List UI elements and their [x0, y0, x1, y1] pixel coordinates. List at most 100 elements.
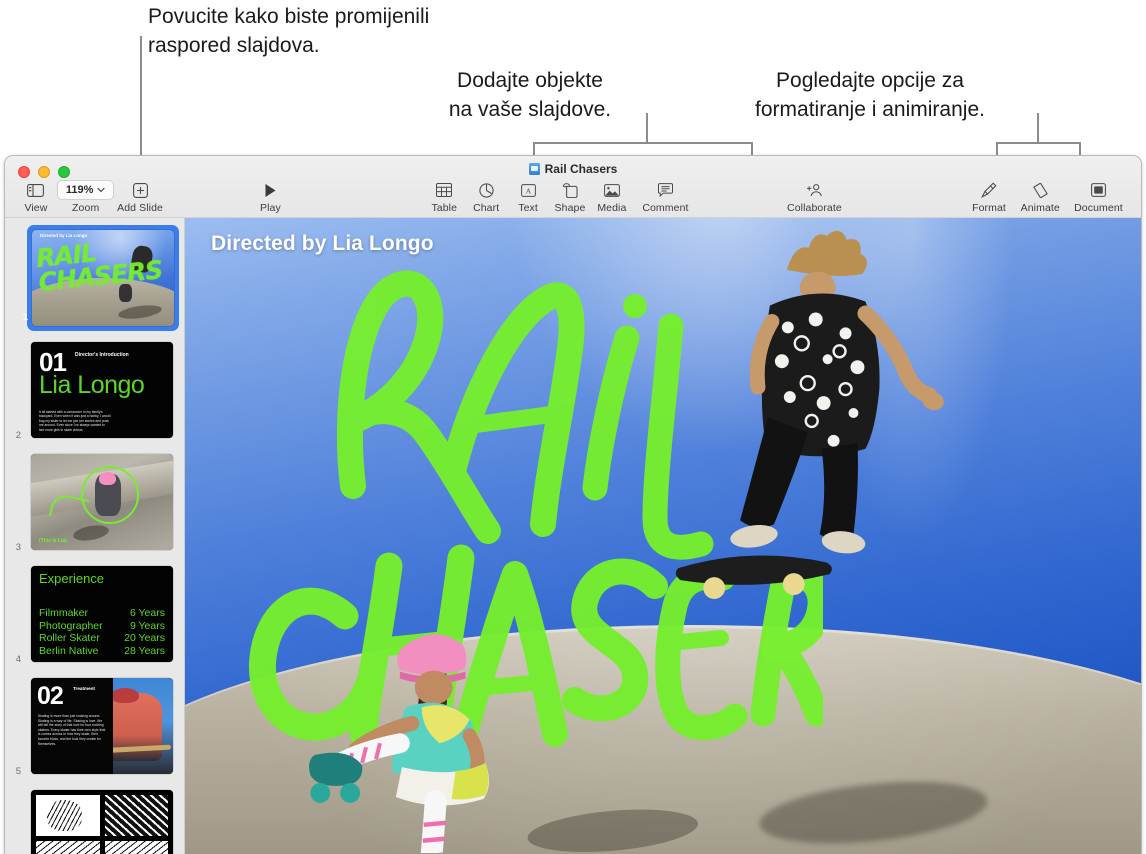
callout-bracket-mid-right [751, 142, 753, 156]
play-triangle-icon [264, 180, 277, 200]
toolbar-table-button[interactable]: Table [423, 178, 465, 214]
toolbar-document-button[interactable]: Document [1066, 178, 1131, 214]
toolbar-chart-label: Chart [473, 202, 500, 214]
slide-number-3: 3 [15, 542, 21, 553]
toolbar-view-button[interactable]: View [15, 178, 57, 214]
main-toolbar: View 119% Zoom Add Slide Play Table Char… [5, 178, 1141, 218]
callout-leader-left [140, 36, 142, 156]
document-title-group[interactable]: Rail Chasers [5, 162, 1141, 176]
callout-bracket-mid-left [533, 142, 535, 156]
slide-2-body: It all started with a camcorder in my fa… [39, 409, 111, 432]
toolbar-play-label: Play [260, 202, 281, 214]
toolbar-zoom-label: Zoom [72, 202, 100, 214]
rollerskater-figure [309, 634, 489, 853]
slide-number-5: 5 [15, 766, 21, 777]
toolbar-animate-label: Animate [1020, 202, 1060, 214]
callout-text-add-objects: Dodajte objekte na vaše slajdove. [448, 69, 612, 121]
toolbar-view-label: View [24, 202, 48, 214]
callout-bracket-right-top [996, 142, 1081, 144]
sidebar-icon [27, 180, 45, 200]
experience-label-3: Berlin Native [39, 644, 99, 657]
slide-2-kicker: Director's Introduction [75, 352, 129, 358]
table-row: Roller Skater 20 Years [39, 632, 165, 645]
slide-thumbnail-6[interactable]: 6 [5, 782, 184, 854]
slide-3-frame: (This is Lia) [26, 449, 178, 555]
pie-chart-icon [479, 180, 494, 200]
slide-5-kicker: Treatment [73, 686, 95, 691]
document-panel-icon [1091, 180, 1106, 200]
slide-thumbnail-2[interactable]: 2 01 Director's Introduction Lia Longo I… [5, 334, 184, 446]
experience-label-1: Photographer [39, 619, 103, 632]
shapes-icon [562, 180, 578, 200]
slide-5-body: Skating is more than just cruising aroun… [38, 714, 106, 746]
chevron-down-icon [97, 187, 106, 193]
callout-leader-mid-stem [646, 113, 648, 143]
toolbar-table-label: Table [431, 202, 458, 214]
experience-value-2: 20 Years [124, 632, 165, 644]
slide-4-preview: Experience Filmmaker 6 Years Photographe… [31, 566, 173, 662]
slide-2-frame: 01 Director's Introduction Lia Longo It … [26, 337, 178, 443]
slide-1-selection-frame: RAIL CHASERS Directed by Lia Longo [27, 225, 179, 331]
callout-bracket-right-left [996, 142, 998, 156]
table-row: Photographer 9 Years [39, 620, 165, 633]
toolbar-add-slide-label: Add Slide [117, 202, 163, 214]
text-box-icon: A [520, 180, 536, 200]
keynote-document-icon [528, 163, 540, 175]
slide-number-4: 4 [15, 654, 21, 665]
slide-5-number-big: 02 [37, 682, 64, 710]
callout-leader-right-stem [1037, 113, 1039, 143]
slide-thumbnail-1[interactable]: 1 RAIL CHASERS Directed by Lia Longo [5, 222, 184, 334]
paintbrush-icon [981, 180, 997, 200]
slide-thumbnail-4[interactable]: 4 Experience Filmmaker 6 Years Photograp… [5, 558, 184, 670]
toolbar-text-button[interactable]: A Text [507, 178, 549, 214]
zoom-value-text: 119% [65, 184, 94, 196]
toolbar-media-label: Media [597, 202, 627, 214]
slide-2-preview: 01 Director's Introduction Lia Longo It … [31, 342, 173, 438]
toolbar-collaborate-button[interactable]: Collaborate [782, 178, 847, 214]
photo-icon [603, 180, 620, 200]
toolbar-collaborate-label: Collaborate [787, 202, 842, 214]
callout-text-format-animate: Pogledajte opcije za formatiranje i anim… [755, 69, 985, 121]
zoom-value-pill[interactable]: 119% [56, 180, 115, 200]
slide-1-preview: RAIL CHASERS Directed by Lia Longo [32, 230, 174, 326]
toolbar-shape-button[interactable]: Shape [549, 178, 591, 214]
window-body: 1 RAIL CHASERS Directed by Lia Longo 2 0… [5, 218, 1141, 854]
table-grid-icon [436, 180, 453, 200]
slide-navigator[interactable]: 1 RAIL CHASERS Directed by Lia Longo 2 0… [5, 218, 185, 854]
toolbar-animate-button[interactable]: Animate [1015, 178, 1066, 214]
slide-3-preview: (This is Lia) [31, 454, 173, 550]
callout-text-rearrange: Povucite kako biste promijenili raspored… [148, 5, 430, 57]
svg-text:A: A [525, 186, 531, 195]
slide-number-2: 2 [15, 430, 21, 441]
plus-box-icon [132, 180, 148, 200]
slide-thumbnail-5[interactable]: 5 02 Treatment Skating is more than just… [5, 670, 184, 782]
slide-canvas[interactable]: Directed by Lia Longo [185, 218, 1141, 854]
slide-3-caption: (This is Lia) [39, 538, 67, 544]
toolbar-format-button[interactable]: Format [963, 178, 1014, 214]
toolbar-add-slide-button[interactable]: Add Slide [114, 178, 165, 214]
toolbar-comment-button[interactable]: Comment [633, 178, 698, 214]
diamond-icon [1032, 180, 1049, 200]
callout-bracket-mid-top [533, 142, 753, 144]
slide-1-graffiti-text: RAIL CHASERS [34, 237, 164, 297]
slide-number-1: 1 [22, 312, 28, 323]
slide-5-frame: 02 Treatment Skating is more than just c… [26, 673, 178, 779]
toolbar-media-button[interactable]: Media [591, 178, 633, 214]
table-row: Filmmaker 6 Years [39, 607, 165, 620]
window-titlebar: Rail Chasers View 119% Zoom Add Slide Pl… [5, 156, 1141, 218]
experience-label-0: Filmmaker [39, 607, 88, 619]
slide-6-frame [26, 785, 178, 854]
toolbar-play-button[interactable]: Play [249, 178, 291, 214]
toolbar-comment-label: Comment [642, 202, 689, 214]
slide-1-overline: Directed by Lia Longo [40, 233, 88, 238]
slide-thumbnail-3[interactable]: 3 (This is Lia) [5, 446, 184, 558]
toolbar-shape-label: Shape [554, 202, 586, 214]
slide-4-frame: Experience Filmmaker 6 Years Photographe… [26, 561, 178, 667]
toolbar-chart-button[interactable]: Chart [465, 178, 507, 214]
toolbar-text-label: Text [518, 202, 538, 214]
toolbar-zoom-control[interactable]: 119% Zoom [56, 178, 115, 214]
slide-4-title: Experience [39, 571, 105, 586]
skater-figures [309, 230, 944, 853]
slide-2-name: Lia Longo [39, 371, 145, 399]
experience-value-0: 6 Years [129, 607, 165, 619]
